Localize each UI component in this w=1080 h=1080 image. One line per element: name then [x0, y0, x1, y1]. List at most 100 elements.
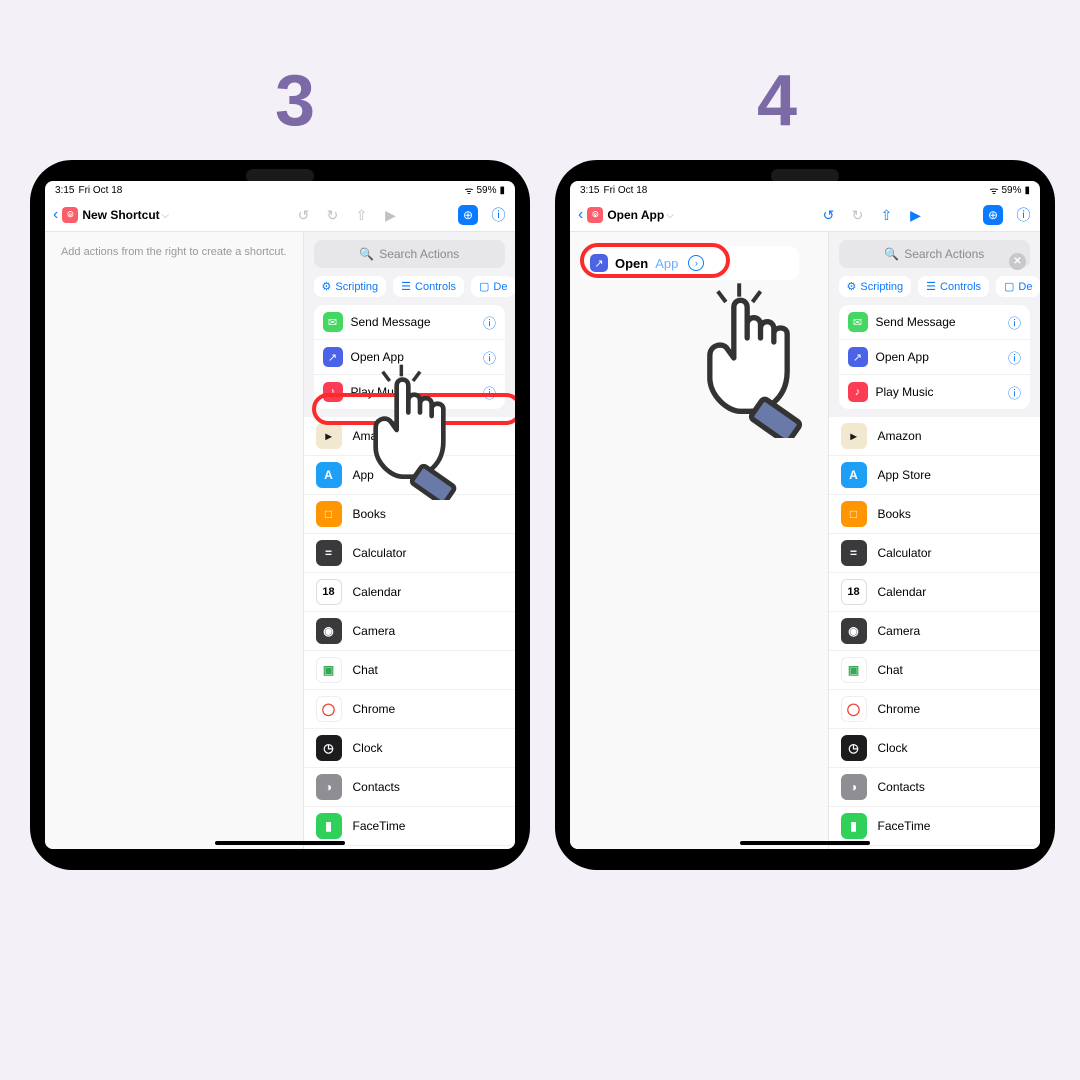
calculator-icon: =: [841, 540, 867, 566]
app-chrome[interactable]: ◯Chrome: [829, 690, 1041, 729]
chrome-icon: ◯: [316, 696, 342, 722]
play-icon[interactable]: ▶: [382, 207, 399, 224]
wifi-icon: ᯤ: [464, 183, 473, 197]
app-calculator[interactable]: =Calculator: [829, 534, 1041, 573]
canvas[interactable]: ↗ Open App › ✕: [570, 232, 829, 849]
action-play-music[interactable]: ♪Play Musicⓘ: [839, 375, 1031, 409]
gear-icon: ⚙︎: [847, 280, 857, 293]
ipad-step-3: 3:15Fri Oct 18 ᯤ59%▮ ‹ ⌾ New Shortcut ⌵ …: [30, 160, 530, 870]
disclosure-icon[interactable]: ›: [688, 255, 704, 271]
app-contacts[interactable]: ◑Contacts: [829, 768, 1041, 807]
device-icon: ▢: [479, 280, 489, 293]
chevron-down-icon[interactable]: ⌵: [666, 210, 674, 221]
undo-icon[interactable]: ↺: [820, 207, 837, 224]
canvas[interactable]: Add actions from the right to create a s…: [45, 232, 304, 849]
app-calendar[interactable]: 18Calendar: [829, 573, 1041, 612]
chat-icon: ▣: [841, 657, 867, 683]
info-icon[interactable]: ⓘ: [490, 207, 507, 224]
pill-de[interactable]: ▢De: [471, 276, 515, 297]
info-icon[interactable]: ⓘ: [1008, 348, 1021, 367]
search-input[interactable]: 🔍Search Actions: [314, 240, 506, 268]
pill-controls[interactable]: ☰Controls: [393, 276, 464, 297]
share-icon[interactable]: ⇧: [878, 207, 895, 224]
apps-list: ▸AmazonAApp□Books=Calculator18Calendar◉C…: [304, 417, 516, 849]
app-app-store[interactable]: AApp Store: [829, 456, 1041, 495]
wifi-icon: ᯤ: [989, 183, 998, 197]
action-open-app[interactable]: ↗Open Appⓘ: [314, 340, 506, 375]
shortcut-title[interactable]: New Shortcut: [82, 208, 159, 222]
app-amazon[interactable]: ▸Amazon: [829, 417, 1041, 456]
arrow-icon: ↗: [323, 347, 343, 367]
app-contacts[interactable]: ◑Contacts: [304, 768, 516, 807]
undo-icon: ↺: [295, 207, 312, 224]
category-pills: ⚙︎Scripting ☰Controls ▢De: [829, 276, 1041, 305]
books-icon: □: [841, 501, 867, 527]
toolbar: ‹ ⌾ Open App ⌵ ↺ ↻ ⇧ ▶ ⊕ ⓘ: [570, 199, 1040, 232]
share-icon[interactable]: ⇧: [353, 207, 370, 224]
info-icon[interactable]: ⓘ: [1015, 207, 1032, 224]
chevron-down-icon[interactable]: ⌵: [162, 210, 170, 221]
chrome-icon: ◯: [841, 696, 867, 722]
info-icon[interactable]: ⓘ: [1008, 313, 1021, 332]
home-indicator[interactable]: [215, 841, 345, 845]
slider-icon: ☰: [926, 280, 936, 293]
app-clock[interactable]: ◷Clock: [304, 729, 516, 768]
facetime-icon: ▮: [316, 813, 342, 839]
app-books[interactable]: □Books: [829, 495, 1041, 534]
app-calculator[interactable]: =Calculator: [304, 534, 516, 573]
app-camera[interactable]: ◉Camera: [829, 612, 1041, 651]
pill-scripting[interactable]: ⚙︎Scripting: [839, 276, 912, 297]
back-button[interactable]: ‹: [53, 206, 58, 224]
pill-scripting[interactable]: ⚙︎Scripting: [314, 276, 387, 297]
add-action-button[interactable]: ⊕: [983, 205, 1003, 225]
step-number-3: 3: [275, 60, 315, 142]
app-camera[interactable]: ◉Camera: [304, 612, 516, 651]
status-bar: 3:15Fri Oct 18 ᯤ59%▮: [45, 181, 515, 199]
app-books[interactable]: □Books: [304, 495, 516, 534]
search-input[interactable]: 🔍Search Actions: [839, 240, 1031, 268]
app-amazon[interactable]: ▸Amazon: [304, 417, 516, 456]
note-icon: ♪: [848, 382, 868, 402]
info-icon[interactable]: ⓘ: [483, 348, 496, 367]
search-icon: 🔍: [359, 247, 374, 261]
shortcut-title[interactable]: Open App: [607, 208, 664, 222]
facetime-icon: ▮: [841, 813, 867, 839]
contacts-icon: ◑: [841, 774, 867, 800]
back-button[interactable]: ‹: [578, 206, 583, 224]
app-clock[interactable]: ◷Clock: [829, 729, 1041, 768]
chat-icon: ▣: [316, 657, 342, 683]
status-bar: 3:15Fri Oct 18 ᯤ59%▮: [570, 181, 1040, 199]
play-icon[interactable]: ▶: [907, 207, 924, 224]
pill-de[interactable]: ▢De: [996, 276, 1040, 297]
books-icon: □: [316, 501, 342, 527]
add-action-button[interactable]: ⊕: [458, 205, 478, 225]
app-chat[interactable]: ▣Chat: [304, 651, 516, 690]
app-app-store[interactable]: AApp: [304, 456, 516, 495]
app-store-icon: A: [316, 462, 342, 488]
app-calendar[interactable]: 18Calendar: [304, 573, 516, 612]
clear-action-button[interactable]: ✕: [1009, 253, 1026, 270]
app-chat[interactable]: ▣Chat: [829, 651, 1041, 690]
action-send-message[interactable]: ✉︎Send Messageⓘ: [314, 305, 506, 340]
contacts-icon: ◑: [316, 774, 342, 800]
pill-controls[interactable]: ☰Controls: [918, 276, 989, 297]
action-play-music[interactable]: ♪Play Musicⓘ: [314, 375, 506, 409]
app-chrome[interactable]: ◯Chrome: [304, 690, 516, 729]
info-icon[interactable]: ⓘ: [483, 313, 496, 332]
msg-icon: ✉︎: [323, 312, 343, 332]
home-indicator[interactable]: [740, 841, 870, 845]
shortcut-badge-icon: ⌾: [587, 207, 603, 223]
action-send-message[interactable]: ✉︎Send Messageⓘ: [839, 305, 1031, 340]
info-icon[interactable]: ⓘ: [483, 383, 496, 402]
action-block-open-app[interactable]: ↗ Open App ›: [580, 246, 799, 280]
info-icon[interactable]: ⓘ: [1008, 383, 1021, 402]
actions-list: ✉︎Send Messageⓘ↗Open Appⓘ♪Play Musicⓘ: [314, 305, 506, 409]
note-icon: ♪: [323, 382, 343, 402]
toolbar: ‹ ⌾ New Shortcut ⌵ ↺ ↻ ⇧ ▶ ⊕ ⓘ: [45, 199, 515, 232]
action-open-app[interactable]: ↗Open Appⓘ: [839, 340, 1031, 375]
redo-icon: ↻: [324, 207, 341, 224]
shortcut-badge-icon: ⌾: [62, 207, 78, 223]
slider-icon: ☰: [401, 280, 411, 293]
canvas-hint: Add actions from the right to create a s…: [61, 246, 287, 258]
app-token[interactable]: App: [655, 256, 678, 271]
